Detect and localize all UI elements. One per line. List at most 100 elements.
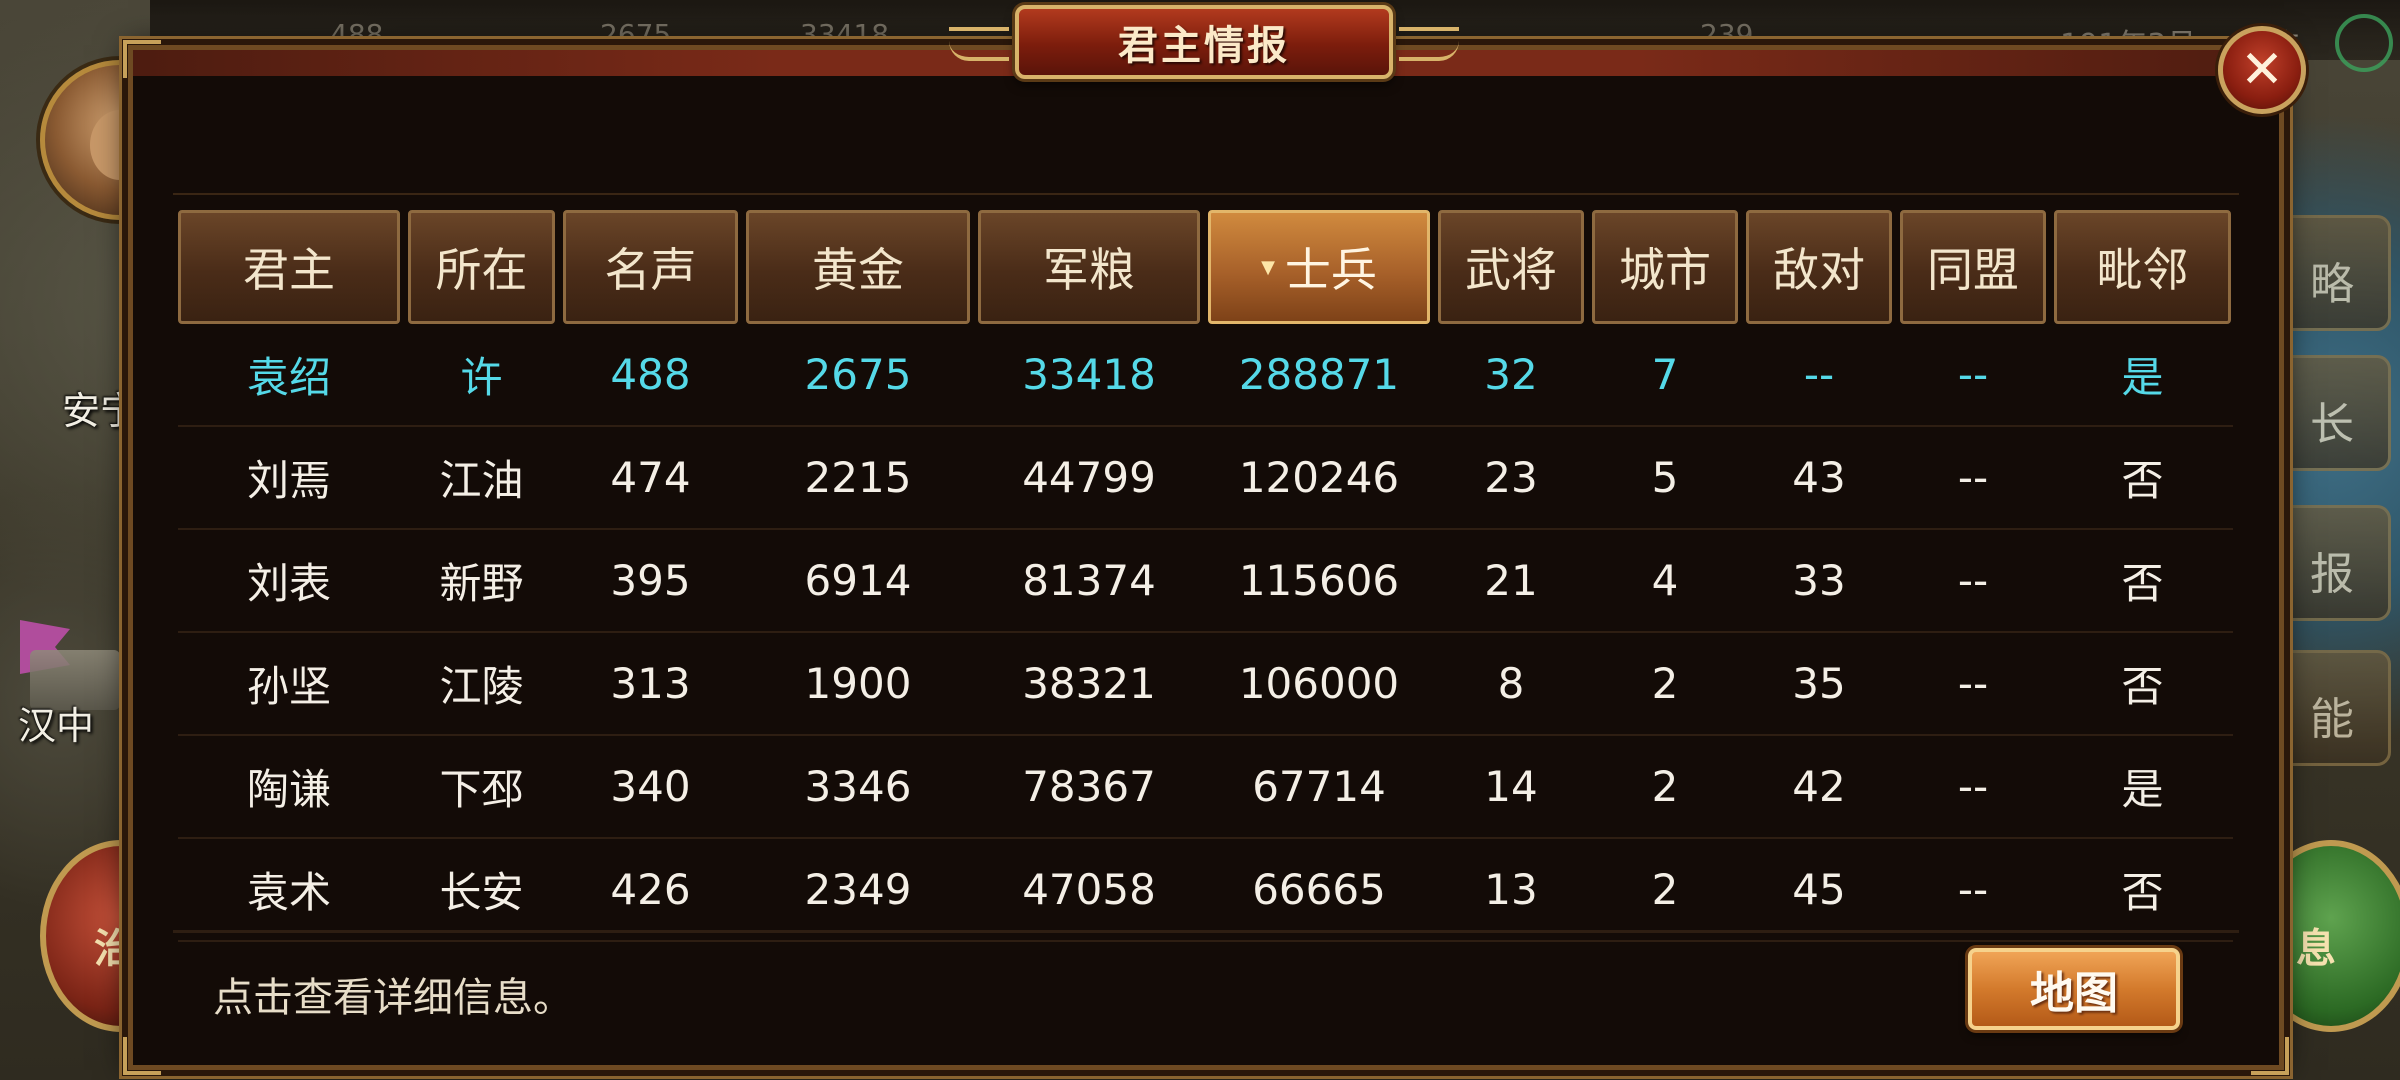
close-icon: ✕ [2240,40,2284,100]
table-cell: 袁术 [246,868,331,917]
table-cell: 33418 [1022,350,1156,399]
table-cell: 2 [1651,659,1679,708]
table-cell: 32 [1484,350,1538,399]
table-cell: 78367 [1022,762,1156,811]
table-cell: 8 [1497,659,1525,708]
corner-ornament [123,40,161,78]
table-cell: 否 [2121,559,2164,608]
table-cell: 是 [2121,353,2164,402]
divider [173,193,2239,195]
map-button[interactable]: 地图 [1968,948,2180,1030]
table-cell: -- [1957,350,1989,399]
side-tab-report[interactable]: 报 [2275,505,2391,621]
table-cell: 1900 [804,659,912,708]
column-header-cities[interactable]: 城市 [1592,210,1738,324]
table-body: 袁绍许 488 2675 33418 288871 32 7 -- -- 是刘焉 江油 474 2215… [178,324,2233,942]
table-cell: 340 [610,762,691,811]
table-cell: 否 [2121,868,2164,917]
table-cell: 2675 [804,350,912,399]
table-cell: 新野 [439,559,524,608]
corner-ornament [123,1037,161,1075]
table-cell: 33 [1792,556,1846,605]
table-cell: 288871 [1238,350,1400,399]
table-cell: 江陵 [439,662,524,711]
table-cell: 313 [610,659,691,708]
column-header-fame[interactable]: 名声 [563,210,738,324]
table-cell: 6914 [804,556,912,605]
corner-ornament [2251,1037,2289,1075]
table-cell: -- [1957,659,1989,708]
table-cell: 106000 [1238,659,1400,708]
column-header-ruler[interactable]: 君主 [178,210,400,324]
table-cell: 2 [1651,865,1679,914]
dialog-title: 君主情报 [1118,23,1290,69]
column-header-location[interactable]: 所在 [408,210,555,324]
table-cell: 38321 [1022,659,1156,708]
sort-desc-icon: ▼ [1261,256,1275,278]
table-cell: 刘焉 [246,456,331,505]
table-cell: 474 [610,453,691,502]
table-cell: 下邳 [439,765,524,814]
table-cell: 是 [2121,765,2164,814]
side-tab-long[interactable]: 长 [2275,355,2391,471]
divider [173,930,2239,933]
table-cell: 江油 [439,456,524,505]
column-header-adjacent[interactable]: 毗邻 [2054,210,2231,324]
column-header-soldiers[interactable]: ▼ 士兵 [1208,210,1430,324]
table-cell: 42 [1792,762,1846,811]
table-cell: 115606 [1238,556,1400,605]
table-cell: 5 [1651,453,1679,502]
table-cell: 刘表 [246,559,331,608]
table-cell: 7 [1651,350,1679,399]
table-cell: 21 [1484,556,1538,605]
signal-icon[interactable] [2335,14,2393,72]
table-cell: 45 [1792,865,1846,914]
table-cell: 3346 [804,762,912,811]
table-cell: -- [1803,350,1835,399]
table-cell: 2 [1651,762,1679,811]
map-city-label[interactable]: 安宁 [62,380,138,435]
hint-text: 点击查看详细信息。 [213,975,573,1021]
table-cell: 陶谦 [246,765,331,814]
table-cell: 2215 [804,453,912,502]
table-cell: 120246 [1238,453,1400,502]
table-cell: 43 [1792,453,1846,502]
table-row[interactable]: 刘焉 江油 474 2215 44799 120246 23 5 43 -- 否 [178,427,2233,530]
table-cell: 488 [610,350,691,399]
table-row[interactable]: 袁绍 许 488 2675 33418 288871 32 7 -- -- 是 [178,324,2233,427]
table-cell: 4 [1651,556,1679,605]
ruler-table: 君主 所在 名声 黄金 军粮 ▼ 士兵 武将 城市 敌对 同盟 毗邻 袁绍许 488… [178,210,2233,942]
table-cell: 14 [1484,762,1538,811]
table-cell: 67714 [1252,762,1386,811]
table-cell: 孙坚 [246,662,331,711]
dialog-title-plate: 君主情报 [949,5,1459,79]
table-cell: 426 [610,865,691,914]
table-cell: 13 [1484,865,1538,914]
side-tab-strategy[interactable]: 略 [2275,215,2391,331]
table-row[interactable]: 刘表 新野 395 6914 81374 115606 21 4 33 -- 否 [178,530,2233,633]
table-cell: 许 [460,353,503,402]
table-cell: 否 [2121,456,2164,505]
column-header-food[interactable]: 军粮 [978,210,1200,324]
column-header-hostile[interactable]: 敌对 [1746,210,1892,324]
table-cell: 否 [2121,662,2164,711]
table-cell: -- [1957,556,1989,605]
table-cell: 袁绍 [246,353,331,402]
side-tab-ability[interactable]: 能 [2275,650,2391,766]
table-cell: -- [1957,453,1989,502]
table-row[interactable]: 袁术 长安 426 2349 47058 66665 13 2 45 -- 否 [178,839,2233,942]
table-cell: 23 [1484,453,1538,502]
close-button[interactable]: ✕ [2218,26,2306,114]
table-cell: 2349 [804,865,912,914]
map-city-label[interactable]: 汉中 [18,695,94,750]
table-cell: 395 [610,556,691,605]
table-row[interactable]: 陶谦 下邳 340 3346 78367 67714 14 2 42 -- 是 [178,736,2233,839]
table-row[interactable]: 孙坚 江陵 313 1900 38321 106000 8 2 35 -- 否 [178,633,2233,736]
table-header-row: 君主 所在 名声 黄金 军粮 ▼ 士兵 武将 城市 敌对 同盟 毗邻 [178,210,2233,324]
table-cell: 长安 [439,868,524,917]
column-header-generals[interactable]: 武将 [1438,210,1584,324]
table-cell: 35 [1792,659,1846,708]
table-cell: 81374 [1022,556,1156,605]
column-header-alliance[interactable]: 同盟 [1900,210,2046,324]
column-header-gold[interactable]: 黄金 [746,210,970,324]
